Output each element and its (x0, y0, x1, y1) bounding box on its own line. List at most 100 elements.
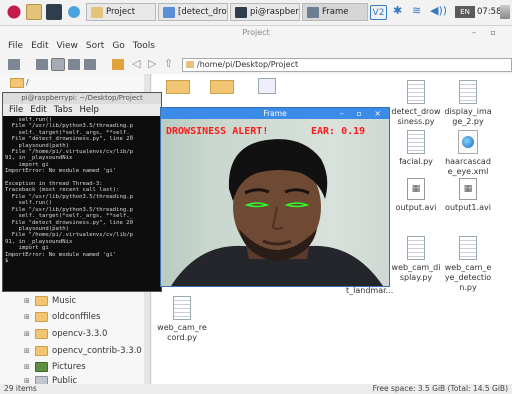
file-web-cam-eye-detection[interactable]: web_cam_e ye_detectio n.py (440, 236, 496, 293)
thumbnail-view-icon[interactable] (51, 58, 65, 71)
file-display-image-2[interactable]: display_ima ge_2.py (440, 80, 496, 127)
folder-icon (35, 312, 48, 322)
file-manager-launch-icon[interactable] (26, 4, 42, 20)
terminal-menu-file[interactable]: File (9, 104, 23, 116)
frame-titlebar[interactable]: Frame – ▫ × (161, 108, 389, 119)
folder-icon (91, 6, 103, 18)
menu-view[interactable]: View (57, 41, 78, 55)
file-manager-window-controls[interactable]: – ▫ (472, 28, 502, 37)
vnc-icon[interactable]: V2 (370, 5, 387, 20)
editor-icon (163, 6, 175, 18)
item-count: 29 items (4, 384, 37, 393)
folder-icon (35, 329, 48, 339)
expand-icon[interactable]: ⊞ (24, 313, 31, 321)
file-manager-title: Project (242, 28, 270, 37)
file-output-avi[interactable]: ▦ output.avi (388, 178, 444, 213)
file-output1-avi[interactable]: ▦ output1.avi (440, 178, 496, 213)
pictures-folder-icon (35, 362, 48, 372)
taskbar: Project [detect_drow... pi@raspberry... … (0, 0, 512, 26)
home-icon[interactable] (112, 59, 124, 70)
terminal-menu-tabs[interactable]: Tabs (54, 104, 73, 116)
menu-file[interactable]: File (8, 41, 23, 55)
expand-icon[interactable]: ⊞ (24, 363, 31, 371)
terminal-menu-edit[interactable]: Edit (30, 104, 46, 116)
status-bar: 29 items Free space: 3.5 GiB (Total: 14.… (0, 384, 512, 394)
python-file-icon (407, 130, 425, 154)
tree-item-opencv[interactable]: ⊞ opencv-3.3.0 (24, 327, 107, 341)
terminal-icon (235, 6, 247, 18)
ear-readout: EAR: 0.19 (311, 126, 366, 137)
wifi-icon[interactable]: ≋ (412, 4, 421, 17)
menu-edit[interactable]: Edit (31, 41, 48, 55)
eye-contours (244, 202, 310, 208)
terminal-window[interactable]: pi@raspberrypi: ~/Desktop/Project File E… (2, 92, 162, 292)
frame-window-icon (307, 6, 319, 18)
free-space: Free space: 3.5 GiB (Total: 14.5 GiB) (372, 384, 508, 393)
folder-icon[interactable] (210, 80, 234, 94)
expand-icon[interactable]: ⊞ (24, 297, 31, 305)
file-manager-menubar: File Edit View Sort Go Tools (0, 41, 155, 55)
frame-window-controls[interactable]: – ▫ × (340, 108, 386, 119)
compact-view-icon[interactable] (68, 59, 80, 70)
left-eye-contour (244, 202, 270, 208)
python-file-icon (407, 80, 425, 104)
new-window-icon[interactable] (8, 59, 20, 70)
icon-view-icon[interactable] (36, 59, 48, 70)
file-manager-toolbar: ◁ ▷ ⇧ /home/pi/Desktop/Project (0, 56, 512, 75)
frame-window[interactable]: Frame – ▫ × DROWSINESS ALERT! EAR: 0.19 (160, 107, 390, 287)
menu-go[interactable]: Go (112, 41, 124, 55)
file-haarcascade-eye[interactable]: haarcascad e_eye.xml (440, 130, 496, 177)
menu-tools[interactable]: Tools (133, 41, 155, 55)
tree-item-opencv-contrib[interactable]: ⊞ opencv_contrib-3.3.0 (24, 344, 142, 358)
folder-icon (35, 346, 48, 356)
browser-launch-icon[interactable] (66, 4, 82, 20)
terminal-menu-help[interactable]: Help (80, 104, 99, 116)
python-file-icon (459, 80, 477, 104)
up-icon[interactable]: ⇧ (164, 57, 173, 70)
right-eye-contour (284, 202, 310, 208)
raspberry-menu-icon[interactable] (6, 4, 22, 20)
forward-icon[interactable]: ▷ (148, 57, 156, 70)
video-file-icon: ▦ (407, 178, 425, 200)
back-icon[interactable]: ◁ (132, 57, 140, 70)
root-folder-label: / (26, 78, 29, 87)
terminal-menubar: File Edit Tabs Help (3, 104, 161, 116)
video-file-icon: ▦ (459, 178, 477, 200)
taskbar-window-terminal[interactable]: pi@raspberry... (230, 3, 300, 21)
tree-item-pictures[interactable]: ⊞ Pictures (24, 360, 86, 374)
file-web-cam-record[interactable]: web_cam_re cord.py (154, 296, 210, 343)
file-landmarks-partial[interactable]: t_landmar... (346, 286, 393, 295)
list-view-icon[interactable] (84, 59, 96, 70)
terminal-line: $ (5, 257, 9, 264)
root-folder-icon[interactable] (10, 78, 24, 88)
volume-icon[interactable]: ◀)) (430, 4, 447, 17)
keyboard-layout-indicator[interactable]: EN (455, 6, 475, 18)
drowsiness-alert-text: DROWSINESS ALERT! (166, 126, 269, 137)
webcam-view: DROWSINESS ALERT! EAR: 0.19 (161, 119, 389, 286)
python-file-icon (407, 236, 425, 260)
tree-item-oldconffiles[interactable]: ⊞ oldconffiles (24, 310, 100, 324)
expand-icon[interactable]: ⊞ (24, 330, 31, 338)
file-icon[interactable] (258, 78, 276, 94)
tree-item-music[interactable]: ⊞ Music (24, 294, 76, 308)
terminal-output[interactable]: self.run() File "/usr/lib/python3.5/thre… (3, 116, 161, 294)
folder-icon (186, 61, 194, 68)
terminal-titlebar[interactable]: pi@raspberrypi: ~/Desktop/Project (3, 93, 161, 104)
clock: 07:58 (477, 7, 502, 17)
eject-icon[interactable] (500, 5, 510, 19)
file-facial[interactable]: facial.py (388, 130, 444, 167)
folder-icon (35, 296, 48, 306)
xml-file-icon (458, 130, 478, 154)
taskbar-window-project[interactable]: Project (86, 3, 156, 21)
menu-sort[interactable]: Sort (86, 41, 104, 55)
folder-icon[interactable] (166, 80, 190, 94)
taskbar-window-editor[interactable]: [detect_drow... (158, 3, 228, 21)
path-field[interactable]: /home/pi/Desktop/Project (182, 58, 512, 72)
python-file-icon (173, 296, 191, 320)
file-web-cam-display[interactable]: web_cam_di splay.py (388, 236, 444, 283)
terminal-launch-icon[interactable] (46, 4, 62, 20)
file-detect-drowsiness[interactable]: detect_drow siness.py (388, 80, 444, 127)
bluetooth-icon[interactable]: ✱ (393, 4, 402, 17)
taskbar-window-frame[interactable]: Frame (302, 3, 368, 21)
expand-icon[interactable]: ⊞ (24, 347, 31, 355)
